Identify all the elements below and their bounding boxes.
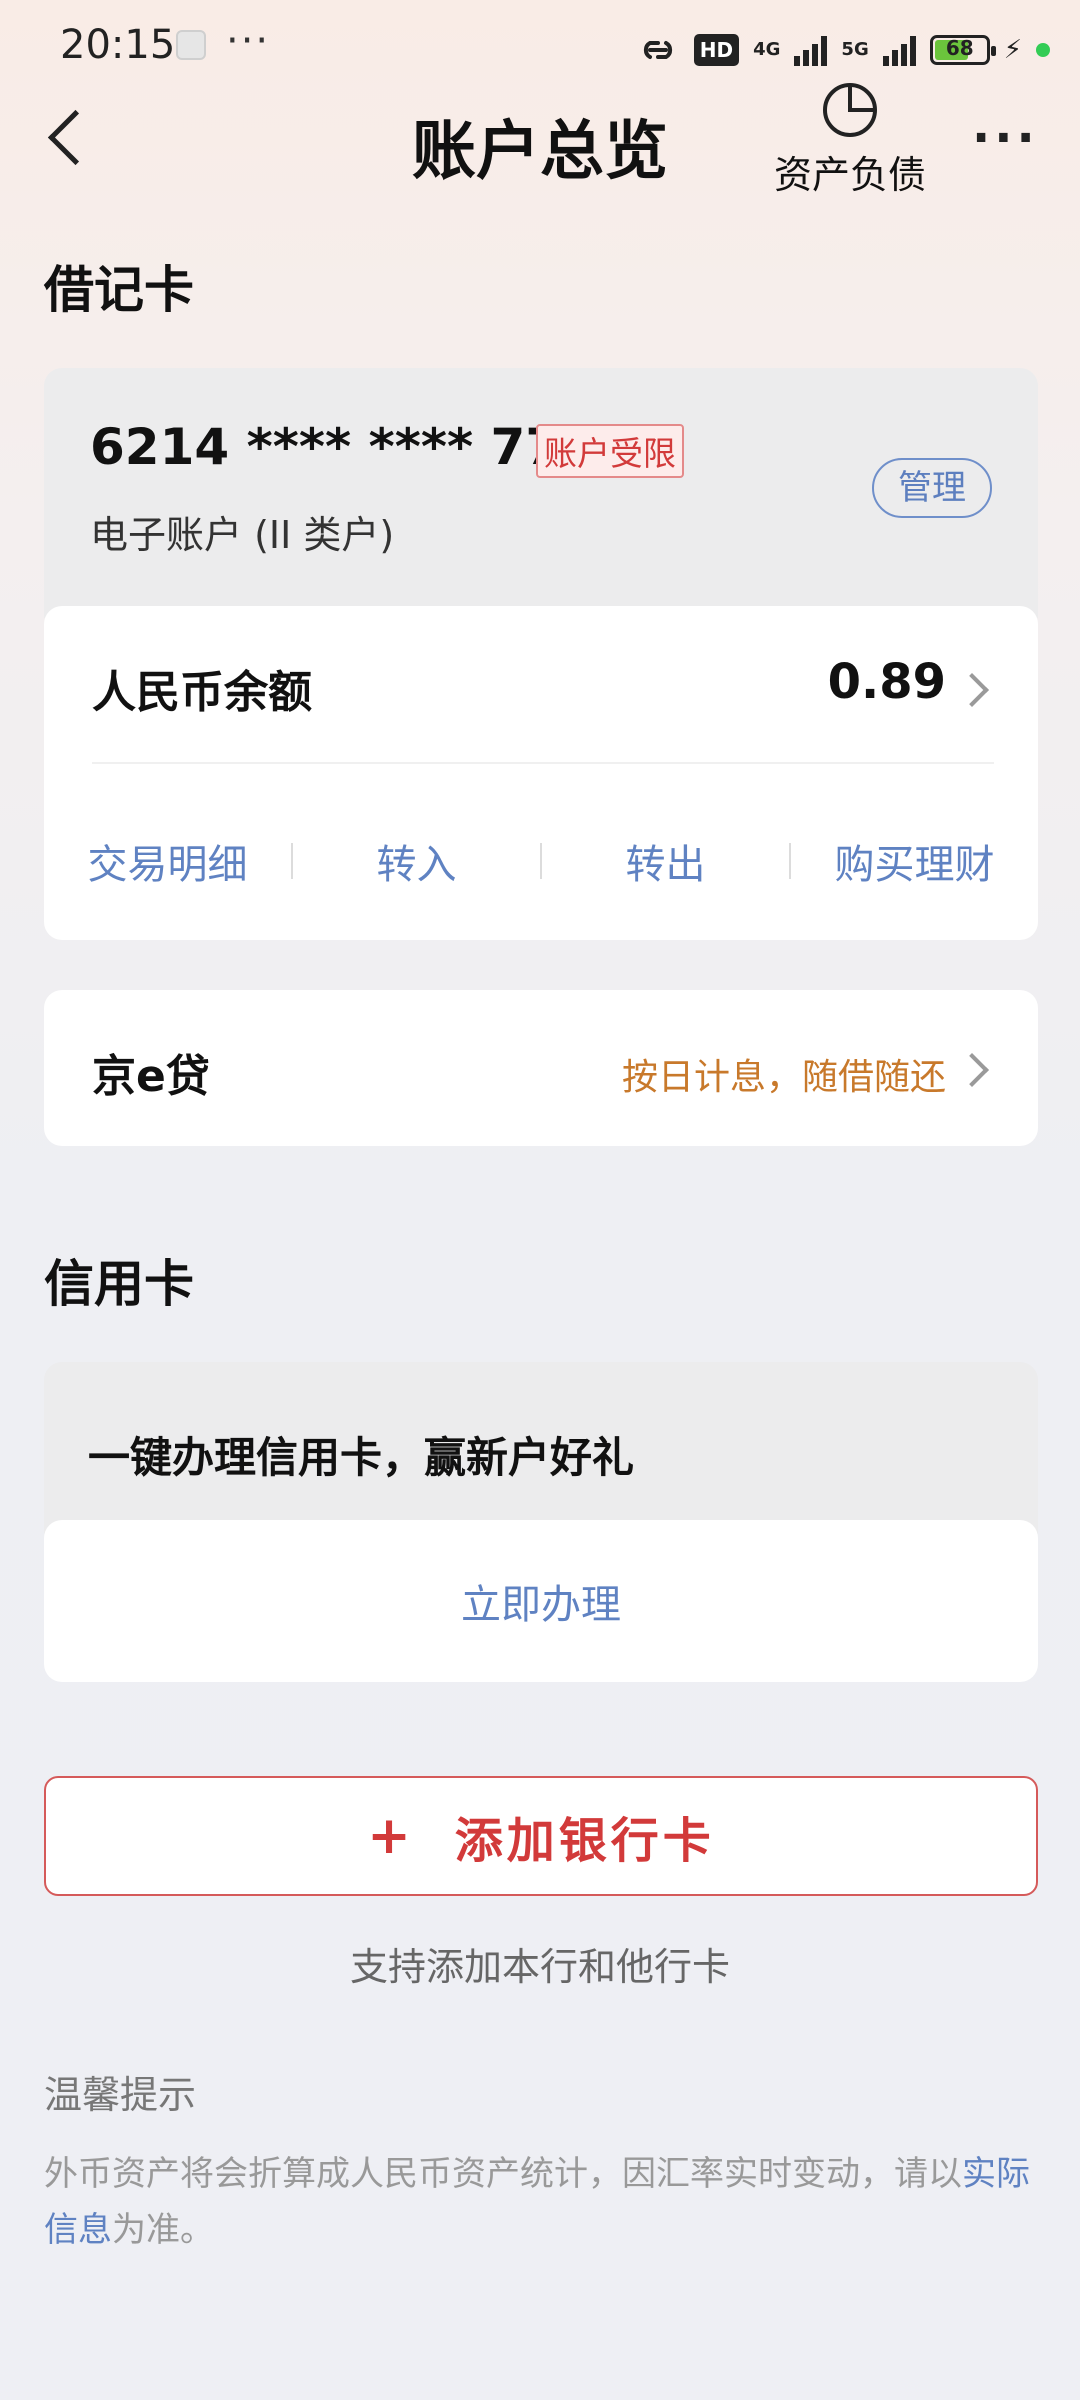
credit-card-apply-row[interactable]: 立即办理 [44, 1520, 1038, 1682]
signal-bars-icon [794, 34, 828, 66]
transaction-details-link[interactable]: 交易明细 [44, 832, 291, 890]
balance-value: 0.89 [827, 654, 946, 710]
charging-bolt-icon: ⚡ [1003, 35, 1022, 65]
privacy-indicator-dot [1036, 43, 1050, 57]
tips-text: 外币资产将会折算成人民币资产统计，因汇率实时变动，请以实际信息为准。 [44, 2146, 1044, 2258]
manage-button[interactable]: 管理 [872, 458, 992, 518]
signal-bars-icon [882, 34, 916, 66]
status-indicators: HD 4G 5G 68 ⚡ [636, 28, 1050, 72]
balance-label: 人民币余额 [92, 667, 312, 718]
chevron-right-icon [955, 1053, 989, 1087]
tips-text-before: 外币资产将会折算成人民币资产统计，因汇率实时变动，请以 [44, 2154, 962, 2194]
credit-section-title: 信用卡 [44, 1255, 194, 1313]
rmb-balance-row[interactable]: 人民币余额 0.89 [44, 606, 1038, 766]
more-options-icon[interactable]: ··· [972, 110, 1039, 166]
debit-section-title: 借记卡 [44, 261, 194, 319]
debit-card-body: 人民币余额 0.89 交易明细 转入 转出 购买理财 [44, 606, 1038, 940]
add-bank-card-label: 添加银行卡 [454, 1813, 715, 1869]
assets-liabilities-label: 资产负债 [773, 153, 926, 197]
network-4g-label: 4G [753, 39, 781, 60]
add-bank-card-button[interactable]: + 添加银行卡 [44, 1776, 1038, 1896]
loan-description: 按日计息，随借随还 [621, 1057, 946, 1098]
tips-text-after: 为准。 [112, 2210, 214, 2250]
apply-now-link[interactable]: 立即办理 [44, 1572, 1038, 1630]
assets-liabilities-button[interactable]: 资产负债 [760, 80, 940, 200]
debit-card-header: 6214 **** **** 7736 账户受限 电子账户 (II 类户) 管理 [44, 368, 1038, 618]
chevron-right-icon [955, 673, 989, 707]
notification-more-icon: ··· [226, 18, 271, 64]
divider [92, 762, 994, 764]
hd-badge: HD [693, 34, 740, 66]
support-hint: 支持添加本行和他行卡 [349, 1945, 730, 1989]
buy-wealth-product-link[interactable]: 购买理财 [791, 832, 1038, 890]
status-time: 20:15 [60, 22, 176, 68]
tips-title: 温馨提示 [44, 2073, 197, 2117]
transfer-out-link[interactable]: 转出 [542, 832, 789, 890]
credit-card-promo-text: 一键办理信用卡，赢新户好礼 [88, 1433, 635, 1482]
loan-row[interactable]: 京e贷 按日计息，随借随还 [44, 990, 1038, 1146]
account-type-label: 电子账户 (II 类户) [90, 513, 395, 557]
account-actions: 交易明细 转入 转出 购买理财 [44, 816, 1038, 906]
pie-chart-icon [823, 83, 877, 137]
loan-label: 京e贷 [92, 1051, 210, 1102]
network-5g-label: 5G [841, 39, 869, 60]
transfer-in-link[interactable]: 转入 [293, 832, 540, 890]
account-restricted-badge: 账户受限 [536, 424, 684, 478]
credit-card-promo: 一键办理信用卡，赢新户好礼 [44, 1362, 1038, 1534]
plus-icon: + [367, 1806, 411, 1866]
battery-icon: 68 [929, 35, 996, 65]
battery-level: 68 [945, 36, 974, 60]
notification-app-icon [176, 30, 206, 60]
link-icon [643, 41, 672, 59]
